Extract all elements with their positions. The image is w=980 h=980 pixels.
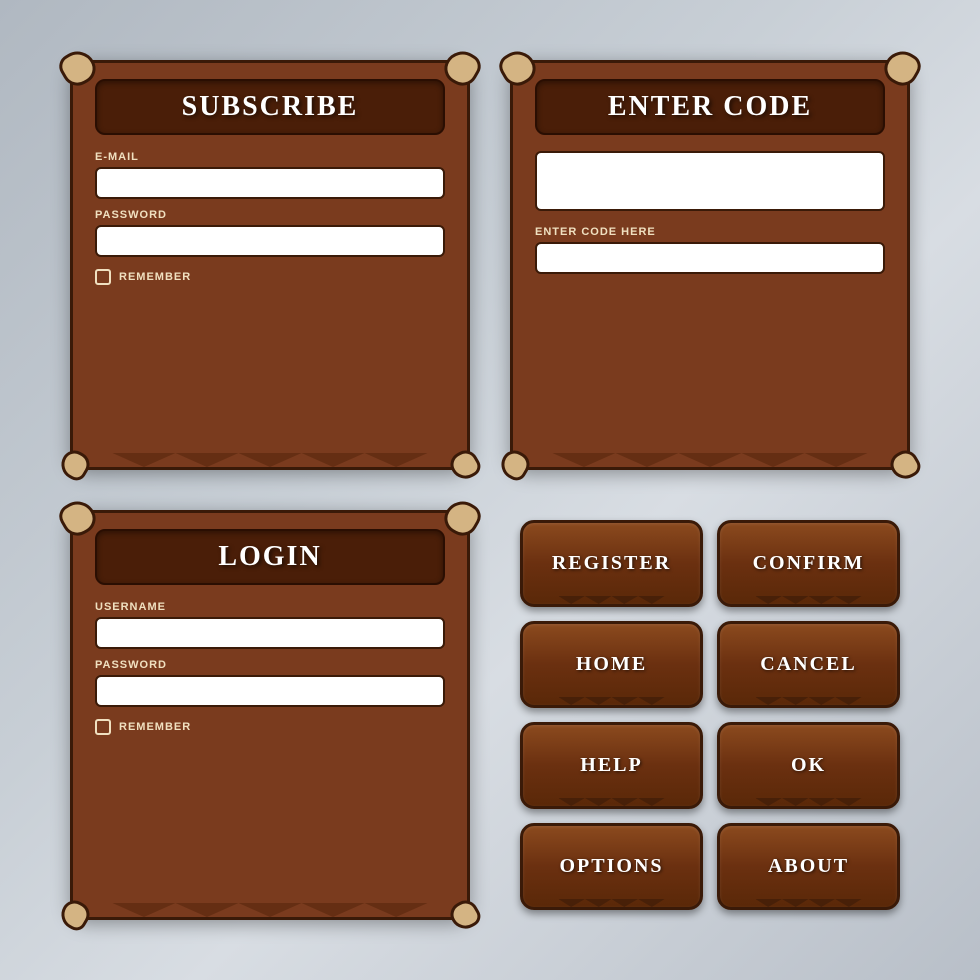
enter-code-panel: ENTER CODE ENTER CODE HERE: [510, 60, 910, 470]
remember-checkbox[interactable]: [95, 269, 111, 285]
password-label: PASSWORD: [95, 209, 445, 221]
corner-pin-bl: [496, 446, 534, 484]
corner-pin-br: [886, 446, 924, 484]
corner-pin-bl: [56, 896, 94, 934]
options-button[interactable]: OPTIONS: [520, 823, 703, 910]
corner-pin-bl: [56, 446, 94, 484]
login-panel: LOGIN USERNAME PASSWORD REMEMBER: [70, 510, 470, 920]
username-label: USERNAME: [95, 601, 445, 613]
code-input[interactable]: [535, 242, 885, 274]
email-input[interactable]: [95, 167, 445, 199]
enter-code-title-bar: ENTER CODE: [535, 79, 885, 135]
buttons-grid: REGISTER CONFIRM HOME CANCEL HELP OK OPT…: [510, 510, 910, 920]
bottom-wave: [112, 903, 427, 917]
code-large-input[interactable]: [535, 151, 885, 211]
help-button[interactable]: HELP: [520, 722, 703, 809]
bottom-wave: [552, 453, 867, 467]
remember-label: REMEMBER: [119, 271, 191, 283]
corner-pin-br: [446, 896, 484, 934]
login-password-label: PASSWORD: [95, 659, 445, 671]
confirm-button[interactable]: CONFIRM: [717, 520, 900, 607]
corner-pin-br: [446, 446, 484, 484]
bottom-wave: [112, 453, 427, 467]
remember-row: REMEMBER: [95, 269, 445, 285]
login-remember-checkbox[interactable]: [95, 719, 111, 735]
about-button[interactable]: ABOUT: [717, 823, 900, 910]
ok-button[interactable]: OK: [717, 722, 900, 809]
subscribe-panel: SUBSCRIBE E-MAIL PASSWORD REMEMBER: [70, 60, 470, 470]
subscribe-title: SUBSCRIBE: [182, 91, 359, 122]
login-remember-row: REMEMBER: [95, 719, 445, 735]
login-remember-label: REMEMBER: [119, 721, 191, 733]
login-title: LOGIN: [218, 541, 321, 572]
username-input[interactable]: [95, 617, 445, 649]
home-button[interactable]: HOME: [520, 621, 703, 708]
login-password-input[interactable]: [95, 675, 445, 707]
login-title-bar: LOGIN: [95, 529, 445, 585]
enter-code-title: ENTER CODE: [608, 91, 812, 122]
cancel-button[interactable]: CANCEL: [717, 621, 900, 708]
subscribe-title-bar: SUBSCRIBE: [95, 79, 445, 135]
password-input[interactable]: [95, 225, 445, 257]
code-here-label: ENTER CODE HERE: [535, 226, 885, 238]
register-button[interactable]: REGISTER: [520, 520, 703, 607]
email-label: E-MAIL: [95, 151, 445, 163]
